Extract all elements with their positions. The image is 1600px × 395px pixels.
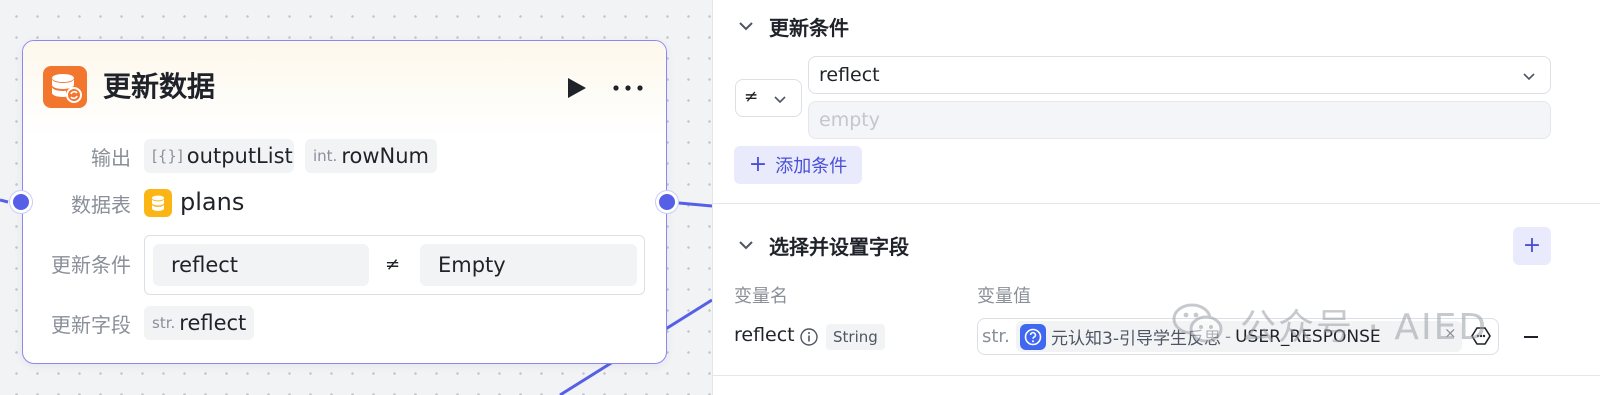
update-field-tag: str. reflect [144,306,254,340]
operator-select[interactable]: ≠ [735,79,802,117]
chevron-down-icon [1523,73,1535,81]
output-port[interactable] [656,191,678,213]
node-title: 更新数据 [103,70,216,103]
question-node-icon [1020,323,1046,350]
chevron-down-icon [774,96,786,104]
conditions-section-header[interactable]: 更新条件 [737,11,849,41]
variable-value-field[interactable]: str. 元认知3-引导学生反思 - USER_RESPONSE × [977,318,1499,355]
not-equal-icon: ≠ [744,87,759,107]
bottom-divider [713,375,1600,376]
play-icon[interactable] [563,75,589,101]
incoming-wire [0,198,9,204]
plus-icon: + [1522,233,1542,258]
condition-field: reflect [153,244,369,286]
clear-icon[interactable]: × [1444,324,1457,342]
add-condition-label: 添加条件 [775,156,848,177]
add-field-button[interactable]: + [1513,227,1551,265]
condition-field-select[interactable]: reflect [808,56,1551,94]
workflow-canvas[interactable]: 更新数据 输出 [{}] outputList int. rowNum 数据表 [0,0,712,395]
fields-section-title: 选择并设置字段 [769,234,909,259]
fields-section-header[interactable]: 选择并设置字段 [737,230,909,260]
output-name: rowNum [341,144,429,168]
field-type: str. [152,314,176,332]
not-equal-icon: ≠ [385,254,401,275]
output-name: outputList [186,144,293,168]
reference-separator: - [1224,326,1232,347]
reference-node-name: 元认知3-引导学生反思 [1051,329,1221,349]
variable-name: reflect [734,324,795,346]
reference-variable-name: USER_RESPONSE [1235,326,1381,347]
condition-field-value: reflect [819,64,880,86]
field-name: reflect [179,311,247,335]
condition-box: reflect ≠ Empty [144,235,645,295]
update-data-node[interactable]: 更新数据 输出 [{}] outputList int. rowNum 数据表 [22,40,667,364]
variable-reference-chip[interactable]: 元认知3-引导学生反思 - USER_RESPONSE [1016,321,1462,352]
column-header-name: 变量名 [734,286,788,307]
plus-icon: + [748,152,768,177]
remove-field-icon[interactable] [1521,325,1541,349]
output-type: int. [313,147,338,165]
more-icon[interactable] [611,75,645,101]
variable-reference-icon[interactable] [1470,325,1492,347]
condition-value-placeholder: empty [819,109,880,131]
add-condition-button[interactable]: + 添加条件 [734,146,862,184]
chevron-down-icon[interactable] [737,236,755,254]
database-icon [144,189,172,217]
chevron-down-icon[interactable] [737,17,755,35]
table-name: plans [180,188,245,216]
type-badge: String [826,324,885,350]
database-sync-icon [43,66,87,108]
update-field-label: 更新字段 [51,313,131,337]
condition-value: Empty [420,244,637,286]
info-icon[interactable] [799,327,819,347]
output-type: [{}] [152,147,183,165]
output-tag-outputList: [{}] outputList [144,139,294,173]
column-header-value: 变量值 [977,286,1031,307]
condition-value-input[interactable]: empty [808,101,1551,139]
condition-label: 更新条件 [51,253,131,277]
value-type: str. [982,326,1010,347]
conditions-section-title: 更新条件 [769,15,849,40]
table-label: 数据表 [71,193,131,217]
section-divider [713,203,1600,204]
output-label: 输出 [91,146,131,170]
input-port[interactable] [10,191,32,213]
settings-panel: 更新条件 ≠ reflect empty + 添加条件 选择并设置字段 + 变量… [712,0,1600,395]
output-tag-rowNum: int. rowNum [305,139,437,173]
